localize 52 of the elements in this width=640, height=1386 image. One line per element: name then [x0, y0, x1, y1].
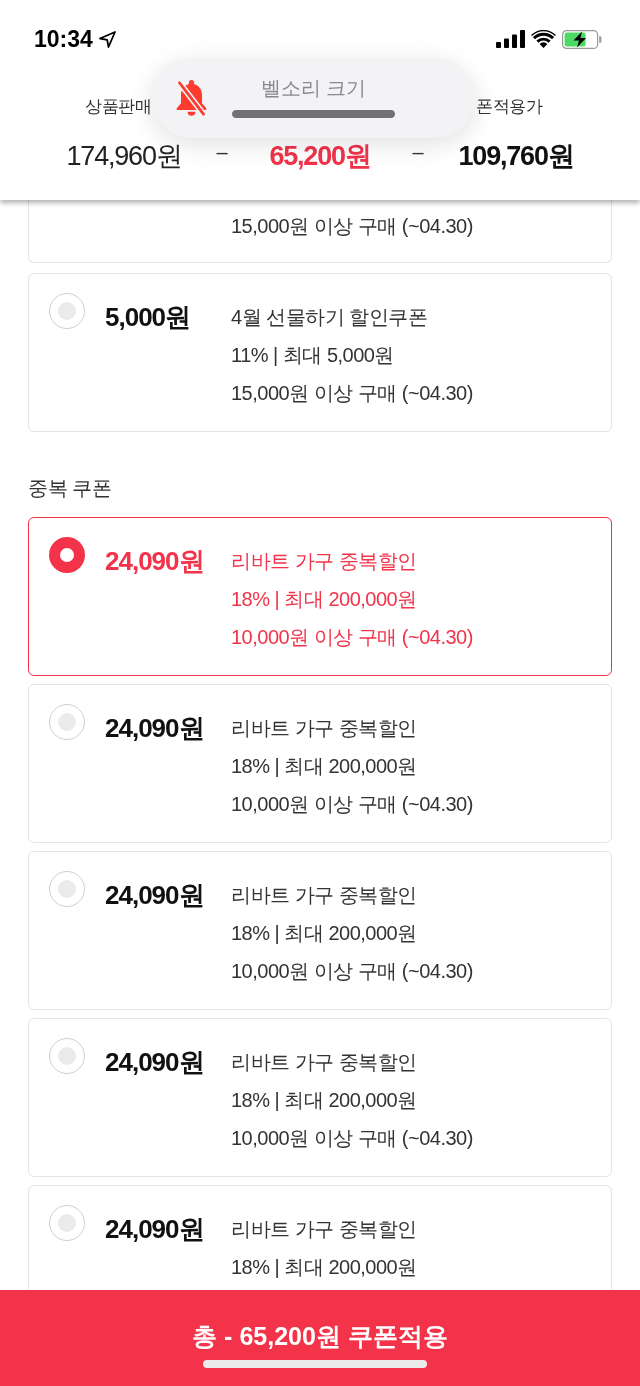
apply-coupon-button[interactable]: 총 - 65,200원 쿠폰적용 — [0, 1290, 640, 1386]
radio-button[interactable] — [49, 537, 85, 573]
coupon-rate: 18% | 최대 200,000원 — [231, 1255, 417, 1280]
coupon-card[interactable]: 5,000원 4월 선물하기 할인쿠폰 11% | 최대 5,000원 15,000원 이상 구매 (~04.30) — [28, 273, 612, 432]
coupon-amount: 5,000원 — [105, 301, 192, 334]
location-arrow-icon — [98, 30, 116, 48]
coupon-rate: 11% | 최대 5,000원 — [231, 343, 395, 368]
coupon-amount: 24,090원 — [105, 1213, 205, 1246]
coupon-title: 리바트 가구 중복할인 — [231, 883, 418, 908]
price-label: 폰적용가 — [476, 96, 542, 118]
signal-icon — [496, 30, 525, 48]
coupon-condition: 10,000원 이상 구매 (~04.30) — [231, 959, 473, 984]
coupon-amount: 24,090원 — [105, 545, 205, 578]
coupon-rate: 18% | 최대 200,000원 — [231, 921, 418, 946]
coupon-title: 4월 선물하기 할인쿠폰 — [231, 305, 429, 330]
price-value: 65,200원 — [269, 140, 371, 172]
coupon-amount: 24,090원 — [105, 879, 205, 912]
minus-operator: – — [412, 140, 424, 164]
price-value: 109,760원 — [458, 140, 574, 172]
radio-button[interactable] — [49, 293, 85, 329]
coupon-condition: 10,000원 이상 구매 (~04.30) — [231, 625, 473, 650]
coupon-title: 리바트 가구 중복할인 — [231, 716, 418, 741]
wifi-icon — [531, 30, 556, 48]
price-value: 174,960원 — [66, 140, 182, 172]
coupon-card[interactable]: 15,000원 이상 구매 (~04.30) — [28, 200, 612, 263]
coupon-rate: 18% | 최대 200,000원 — [231, 754, 418, 779]
hud-title: 벨소리 크기 — [260, 76, 367, 100]
coupon-amount: 24,090원 — [105, 712, 205, 745]
radio-button[interactable] — [49, 1205, 85, 1241]
radio-button[interactable] — [49, 704, 85, 740]
coupon-card[interactable]: 24,090원 리바트 가구 중복할인 18% | 최대 200,000원 10,000원 이상 구매 (~04.30) — [28, 517, 612, 676]
coupon-title: 리바트 가구 중복할인 — [231, 1050, 418, 1075]
coupon-title: 리바트 가구 중복할인 — [231, 549, 418, 574]
coupon-card[interactable]: 24,090원 리바트 가구 중복할인 18% | 최대 200,000원 10,000원 이상 구매 (~04.30) — [28, 684, 612, 843]
coupon-condition: 10,000원 이상 구매 (~04.30) — [231, 792, 473, 817]
coupon-condition: 15,000원 이상 구매 (~04.30) — [231, 214, 474, 239]
minus-operator: – — [216, 140, 228, 164]
coupon-rate: 18% | 최대 200,000원 — [231, 587, 418, 612]
status-time: 10:34 — [34, 25, 93, 53]
radio-button[interactable] — [49, 871, 85, 907]
section-heading: 중복 쿠폰 — [28, 476, 113, 501]
coupon-condition: 15,000원 이상 구매 (~04.30) — [231, 381, 473, 406]
coupon-rate: 18% | 최대 200,000원 — [231, 1088, 418, 1113]
coupon-condition: 10,000원 이상 구매 (~04.30) — [231, 1126, 473, 1151]
radio-button[interactable] — [49, 1038, 85, 1074]
coupon-card[interactable]: 24,090원 리바트 가구 중복할인 18% | 최대 200,000원 — [28, 1185, 612, 1290]
coupon-card[interactable]: 24,090원 리바트 가구 중복할인 18% | 최대 200,000원 10,000원 이상 구매 (~04.30) — [28, 1018, 612, 1177]
price-label: 상품판매 — [85, 96, 151, 118]
coupon-card[interactable]: 24,090원 리바트 가구 중복할인 18% | 최대 200,000원 10,000원 이상 구매 (~04.30) — [28, 851, 612, 1010]
coupon-amount: 24,090원 — [105, 1046, 205, 1079]
battery-charging-icon — [562, 29, 602, 49]
coupon-title: 리바트 가구 중복할인 — [231, 1217, 417, 1242]
